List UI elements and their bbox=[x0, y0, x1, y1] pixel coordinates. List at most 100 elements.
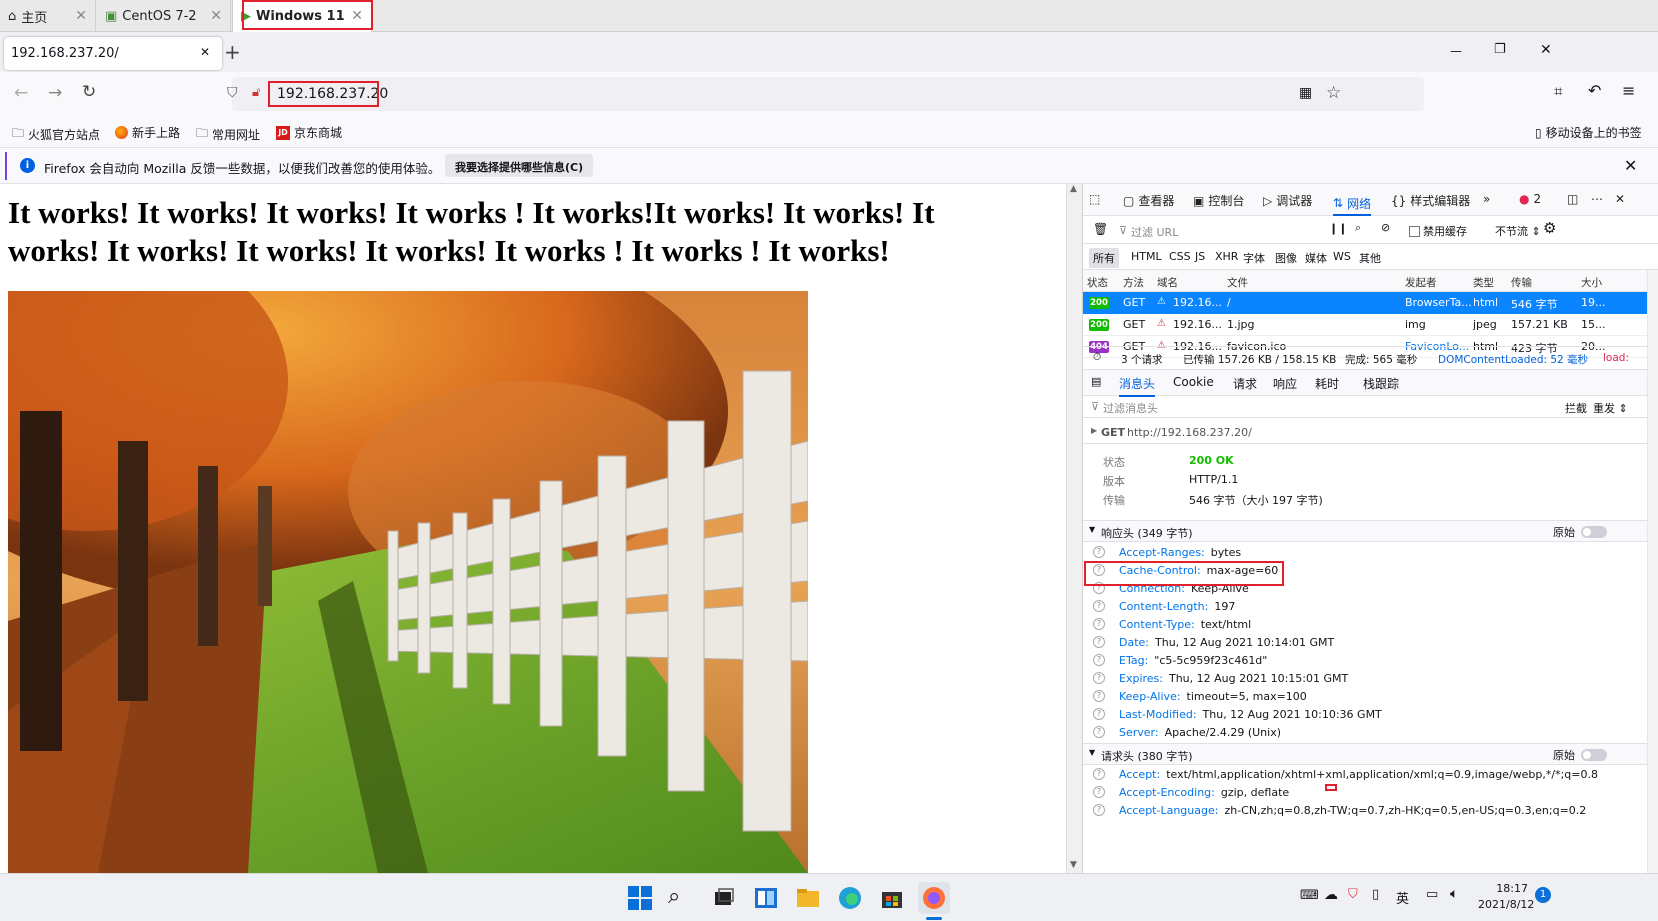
bookmark-item[interactable]: 新手上路 bbox=[115, 124, 180, 141]
close-notification-icon[interactable]: ✕ bbox=[1624, 156, 1637, 175]
type-filter-button[interactable]: HTML bbox=[1127, 248, 1166, 265]
request-line[interactable]: ▶ GET http://192.168.237.20/ bbox=[1083, 422, 1658, 444]
insecure-lock-icon[interactable]: 🔓︎ bbox=[252, 85, 260, 100]
type-filter-button[interactable]: 图像 bbox=[1271, 248, 1301, 268]
column-header[interactable]: 传输 bbox=[1511, 275, 1532, 290]
header-row[interactable]: ? Keep-Alive: timeout=5, max=100 bbox=[1093, 687, 1307, 705]
help-icon[interactable]: ? bbox=[1093, 654, 1105, 666]
type-filter-button[interactable]: 字体 bbox=[1239, 248, 1269, 268]
ime-indicator[interactable]: 英 bbox=[1396, 888, 1409, 907]
tab-debugger[interactable]: ▷ 调试器 bbox=[1263, 192, 1312, 209]
error-indicator[interactable]: ● 2 bbox=[1519, 192, 1541, 206]
help-icon[interactable]: ? bbox=[1093, 726, 1105, 738]
vm-tab-home[interactable]: ⌂ 主页 ✕ bbox=[0, 0, 96, 32]
header-row[interactable]: ? Date: Thu, 12 Aug 2021 10:14:01 GMT bbox=[1093, 633, 1334, 651]
type-filter-button[interactable]: XHR bbox=[1211, 248, 1242, 265]
edge-browser-icon[interactable] bbox=[836, 884, 864, 912]
start-windows-icon[interactable] bbox=[626, 884, 654, 912]
column-header[interactable]: 文件 bbox=[1227, 275, 1248, 290]
close-icon[interactable]: ✕ bbox=[210, 8, 222, 24]
tab-inspector[interactable]: ▢ 查看器 bbox=[1123, 192, 1174, 209]
column-header[interactable]: 状态 bbox=[1087, 275, 1108, 290]
help-icon[interactable]: ? bbox=[1093, 546, 1105, 558]
firefox-taskbar-icon[interactable] bbox=[918, 882, 950, 914]
store-icon[interactable] bbox=[878, 884, 906, 912]
detail-tab[interactable]: 消息头 bbox=[1119, 375, 1156, 397]
help-icon[interactable]: ? bbox=[1093, 618, 1105, 630]
request-headers-section[interactable]: ▼ 请求头 (380 字节) 原始 bbox=[1083, 743, 1658, 765]
filter-url-input[interactable]: 过滤 URL bbox=[1131, 224, 1178, 240]
block-button[interactable]: 拦截 bbox=[1565, 400, 1587, 416]
scroll-up-arrow-icon[interactable]: ▲ bbox=[1070, 184, 1077, 194]
file-explorer-icon[interactable] bbox=[794, 884, 822, 912]
clock[interactable]: 18:17 2021/8/12 bbox=[1478, 881, 1534, 913]
type-filter-button[interactable]: WS bbox=[1329, 248, 1355, 265]
filter-headers-input[interactable]: 过滤消息头 bbox=[1103, 400, 1158, 416]
back-arrow-icon[interactable]: ← bbox=[14, 83, 28, 103]
volume-icon[interactable]: 🔈︎ bbox=[1450, 886, 1458, 902]
header-row[interactable]: ? Content-Type: text/html bbox=[1093, 615, 1251, 633]
column-header[interactable]: 方法 bbox=[1123, 275, 1144, 290]
tab-network[interactable]: ⇅ 网络 bbox=[1333, 192, 1372, 216]
help-icon[interactable]: ? bbox=[1093, 672, 1105, 684]
reload-icon[interactable]: ↻ bbox=[82, 82, 96, 102]
keyboard-icon[interactable]: ⌨ bbox=[1300, 888, 1319, 903]
header-row[interactable]: ? Accept-Ranges: bytes bbox=[1093, 543, 1241, 561]
type-filter-button[interactable]: 所有 bbox=[1089, 248, 1119, 268]
qr-code-icon[interactable]: ▦ bbox=[1299, 85, 1312, 101]
help-icon[interactable]: ? bbox=[1093, 636, 1105, 648]
close-window-button[interactable]: ✕ bbox=[1540, 42, 1552, 58]
close-icon[interactable]: ✕ bbox=[75, 8, 87, 24]
widgets-icon[interactable] bbox=[752, 884, 780, 912]
network-icon[interactable]: ▭ bbox=[1426, 887, 1438, 902]
help-icon[interactable]: ? bbox=[1093, 804, 1105, 816]
bookmark-item[interactable]: 🗀︎ 常用网址 bbox=[196, 124, 260, 145]
page-scrollbar[interactable]: ▲ ▼ bbox=[1066, 184, 1082, 873]
choose-data-button[interactable]: 我要选择提供哪些信息(C) bbox=[445, 154, 594, 177]
header-row[interactable]: ? Accept-Language: zh-CN,zh;q=0.8,zh-TW;q=… bbox=[1093, 801, 1586, 819]
table-row[interactable]: 200 GET ⚠ 192.16... / BrowserTa... html 546 字节 1… bbox=[1083, 292, 1647, 314]
type-filter-button[interactable]: 其他 bbox=[1355, 248, 1385, 268]
help-icon[interactable]: ? bbox=[1093, 786, 1105, 798]
raw-toggle[interactable]: 原始 bbox=[1553, 747, 1607, 763]
column-header[interactable]: 类型 bbox=[1473, 275, 1494, 290]
detail-tab[interactable]: Cookie bbox=[1173, 375, 1214, 389]
help-icon[interactable]: ? bbox=[1093, 600, 1105, 612]
bookmark-item[interactable]: 🗀︎ 火狐官方站点 bbox=[12, 124, 100, 145]
star-bookmark-icon[interactable]: ☆ bbox=[1326, 83, 1341, 103]
disable-cache-checkbox[interactable]: 禁用缓存 bbox=[1409, 223, 1467, 239]
search-icon[interactable]: ⌕ bbox=[668, 884, 696, 912]
detail-tab[interactable]: 栈跟踪 bbox=[1363, 375, 1399, 392]
detail-tab[interactable]: 耗时 bbox=[1315, 375, 1339, 392]
shield-icon[interactable]: ⛉ bbox=[227, 85, 238, 101]
header-row[interactable]: ? Last-Modified: Thu, 12 Aug 2021 10:10:36… bbox=[1093, 705, 1382, 723]
detail-tab[interactable]: 响应 bbox=[1273, 375, 1297, 392]
type-filter-button[interactable]: 媒体 bbox=[1301, 248, 1331, 268]
dock-icon[interactable]: ◫ bbox=[1567, 192, 1578, 206]
column-header[interactable]: 发起者 bbox=[1405, 275, 1437, 290]
menu-icon[interactable]: ≡ bbox=[1622, 81, 1635, 100]
raw-toggle[interactable]: 原始 bbox=[1553, 524, 1607, 540]
usb-icon[interactable]: ▯ bbox=[1372, 887, 1379, 902]
help-icon[interactable]: ? bbox=[1093, 768, 1105, 780]
devtools-scrollbar[interactable] bbox=[1647, 270, 1658, 873]
response-headers-section[interactable]: ▼ 响应头 (349 字节) 原始 bbox=[1083, 520, 1658, 542]
tab-console[interactable]: ▣ 控制台 bbox=[1193, 192, 1244, 209]
tab-style-editor[interactable]: {} 样式编辑器 bbox=[1391, 192, 1470, 209]
header-row[interactable]: ? Server: Apache/2.4.29 (Unix) bbox=[1093, 723, 1281, 741]
notification-badge[interactable]: 1 bbox=[1535, 887, 1551, 903]
search-icon[interactable]: ⌕ bbox=[1355, 221, 1361, 235]
detail-tab[interactable]: 请求 bbox=[1233, 375, 1257, 392]
table-row[interactable]: 200 GET ⚠ 192.16... 1.jpg img jpeg 157.21 KB 15.… bbox=[1083, 314, 1647, 336]
bookmark-item[interactable]: JD 京东商城 bbox=[276, 124, 342, 141]
security-shield-icon[interactable]: ⛉ bbox=[1348, 887, 1358, 902]
header-row[interactable]: ? Content-Length: 197 bbox=[1093, 597, 1235, 615]
column-header[interactable]: 大小 bbox=[1581, 275, 1602, 290]
header-row[interactable]: ? Accept-Encoding: gzip, deflate bbox=[1093, 783, 1289, 801]
help-icon[interactable]: ? bbox=[1093, 708, 1105, 720]
minimize-button[interactable]: — bbox=[1450, 44, 1462, 58]
vm-tab-centos[interactable]: ▣ CentOS 7-2 ✕ bbox=[97, 0, 231, 32]
header-row[interactable]: ? Accept: text/html,application/xhtml+xml,… bbox=[1093, 765, 1598, 783]
undo-icon[interactable]: ↶ bbox=[1588, 81, 1601, 100]
settings-gear-icon[interactable]: ⚙ bbox=[1543, 219, 1556, 237]
